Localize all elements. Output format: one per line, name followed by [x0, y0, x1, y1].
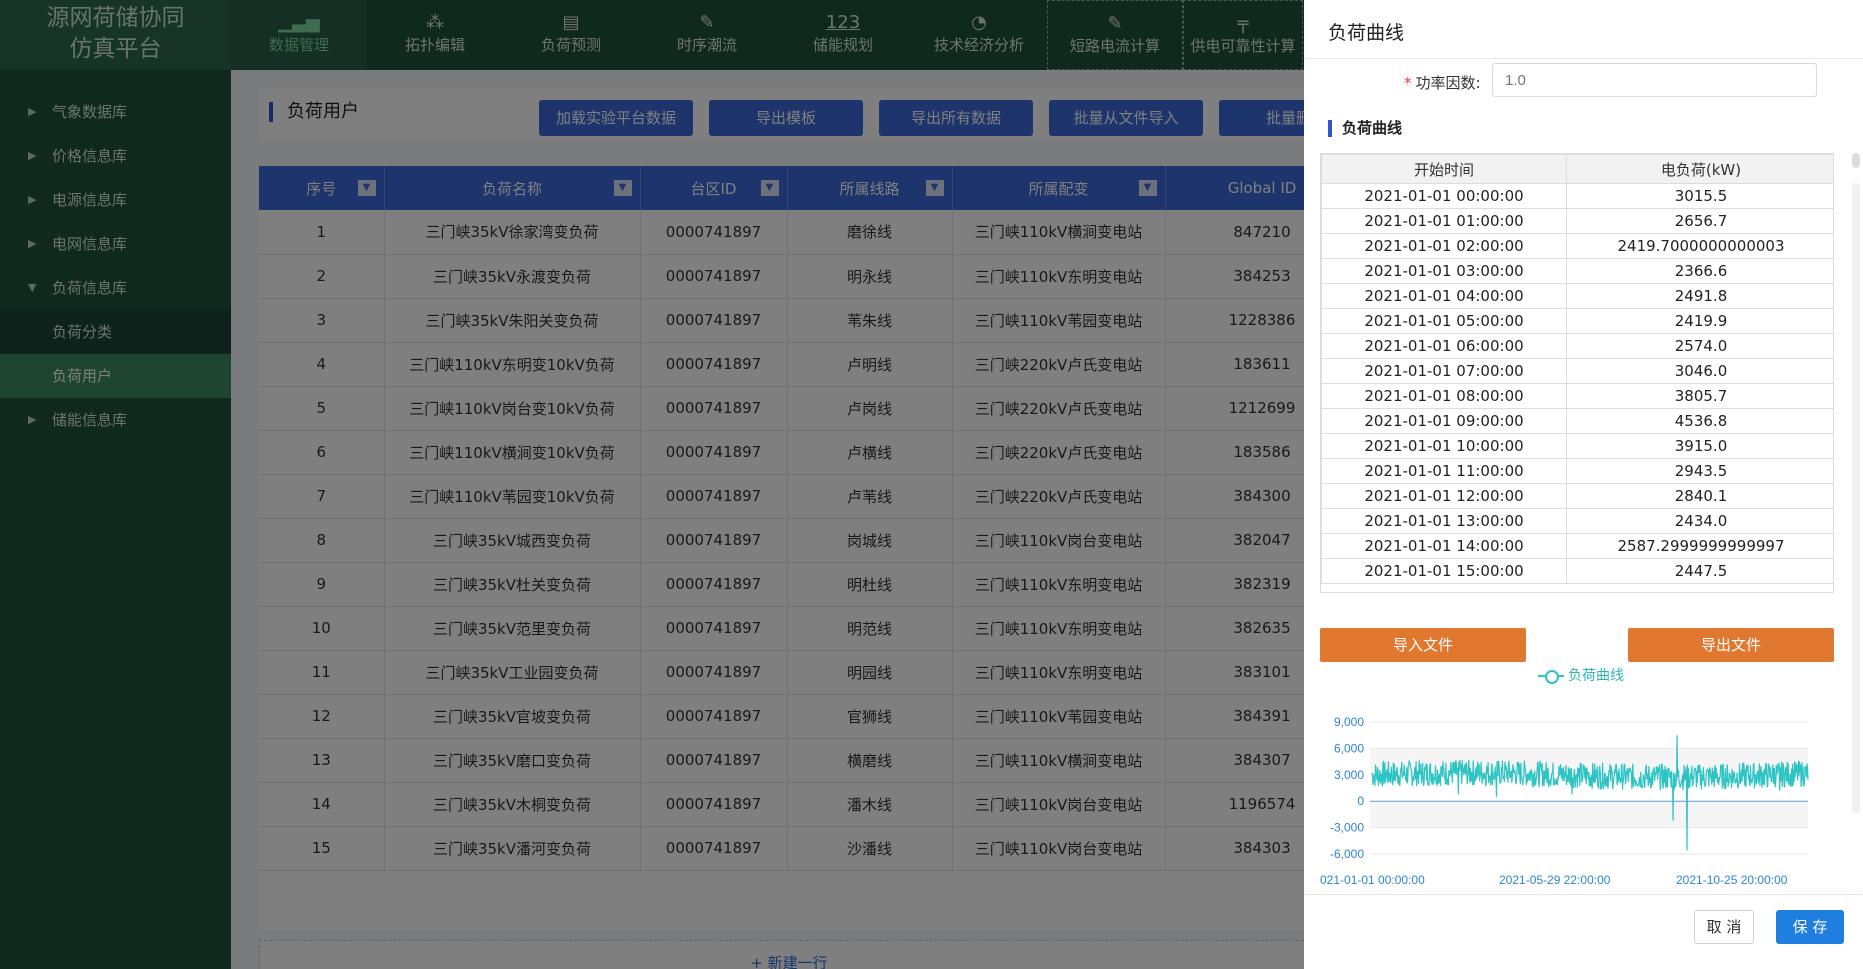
table-row[interactable]: 2021-01-01 11:00:00 2943.5 — [1321, 458, 1833, 484]
table-cell: 3015.5 — [1566, 183, 1833, 209]
table-cell: 2419.9 — [1566, 308, 1833, 334]
table-cell: 2021-01-01 08:00:00 — [1321, 383, 1567, 409]
table-cell: 2021-01-01 14:00:00 — [1321, 533, 1567, 559]
table-row[interactable]: 2021-01-01 07:00:00 3046.0 — [1321, 358, 1833, 384]
table-cell: 2419.7000000000003 — [1566, 233, 1833, 259]
table-cell: 2021-01-01 00:00:00 — [1321, 183, 1567, 209]
load-curve-drawer: 负荷曲线 *功率因数: 负荷曲线 开始时间 电负荷(kW) 2021-01-01… — [1304, 0, 1863, 969]
power-factor-label: * 功率因数: — [1404, 74, 1481, 92]
table-cell: 2491.8 — [1566, 283, 1833, 309]
table-cell: 2656.7 — [1566, 208, 1833, 234]
load-curve-table[interactable]: 开始时间 电负荷(kW) 2021-01-01 00:00:00 3015.5 20… — [1320, 153, 1834, 593]
table-cell: 2447.5 — [1566, 558, 1833, 584]
grid-band — [1370, 801, 1808, 828]
table-cell: 2021-01-01 09:00:00 — [1321, 408, 1567, 434]
table-row[interactable]: 2021-01-01 05:00:00 2419.9 — [1321, 308, 1833, 334]
x-tick-label: 2021-05-29 22:00:00 — [1499, 873, 1611, 887]
drawer-title: 负荷曲线 — [1328, 22, 1405, 44]
table-row[interactable]: 2021-01-01 10:00:00 3915.0 — [1321, 433, 1833, 459]
table-header-row: 开始时间 电负荷(kW) — [1321, 154, 1833, 184]
table-cell: 2021-01-01 06:00:00 — [1321, 333, 1567, 359]
save-button[interactable]: 保 存 — [1776, 910, 1844, 944]
load-curve-chart[interactable]: 9,000 6,000 3,000 0 -3,000 -6,000 021-01-01 00… — [1316, 712, 1816, 892]
table-row[interactable]: 2021-01-01 15:00:00 2447.5 — [1321, 558, 1833, 584]
table-row[interactable]: 2021-01-01 04:00:00 2491.8 — [1321, 283, 1833, 309]
required-mark: * — [1404, 74, 1412, 92]
table-cell: 2021-01-01 15:00:00 — [1321, 558, 1567, 584]
table-cell: 3915.0 — [1566, 433, 1833, 459]
curve-section-title: 负荷曲线 — [1328, 120, 1402, 137]
table-row[interactable]: 2021-01-01 02:00:00 2419.7000000000003 — [1321, 233, 1833, 259]
table-cell: 2943.5 — [1566, 458, 1833, 484]
y-tick-label: -6,000 — [1330, 847, 1364, 861]
table-row[interactable]: 2021-01-01 13:00:00 2434.0 — [1321, 508, 1833, 534]
table-row[interactable]: 2021-01-01 12:00:00 2840.1 — [1321, 483, 1833, 509]
divider — [1304, 58, 1863, 59]
table-cell: 2587.2999999999997 — [1566, 533, 1833, 559]
y-tick-label: -3,000 — [1330, 821, 1364, 835]
table-cell: 2021-01-01 07:00:00 — [1321, 358, 1567, 384]
y-tick-label: 0 — [1357, 794, 1364, 808]
export-file-button[interactable]: 导出文件 — [1628, 628, 1834, 662]
table-row[interactable]: 2021-01-01 01:00:00 2656.7 — [1321, 208, 1833, 234]
y-tick-label: 3,000 — [1334, 768, 1364, 782]
table-row[interactable]: 2021-01-01 00:00:00 3015.5 — [1321, 183, 1833, 209]
table-cell: 2840.1 — [1566, 483, 1833, 509]
table-row[interactable]: 2021-01-01 08:00:00 3805.7 — [1321, 383, 1833, 409]
cancel-button[interactable]: 取 消 — [1694, 910, 1754, 944]
y-tick-label: 9,000 — [1334, 715, 1364, 729]
import-file-button[interactable]: 导入文件 — [1320, 628, 1526, 662]
table-row[interactable]: 2021-01-01 14:00:00 2587.2999999999997 — [1321, 533, 1833, 559]
divider — [1304, 894, 1863, 895]
table-row[interactable]: 2021-01-01 09:00:00 4536.8 — [1321, 408, 1833, 434]
table-cell: 2021-01-01 11:00:00 — [1321, 458, 1567, 484]
table-cell: 2021-01-01 02:00:00 — [1321, 233, 1567, 259]
chart-legend[interactable]: 负荷曲线 — [1538, 665, 1624, 685]
table-row[interactable]: 2021-01-01 06:00:00 2574.0 — [1321, 333, 1833, 359]
y-tick-label: 6,000 — [1334, 741, 1364, 755]
legend-line-icon — [1538, 669, 1564, 684]
column-header: 电负荷(kW) — [1566, 154, 1833, 184]
table-cell: 2021-01-01 13:00:00 — [1321, 508, 1567, 534]
table-cell: 2574.0 — [1566, 333, 1833, 359]
column-header: 开始时间 — [1321, 154, 1567, 184]
scrollbar[interactable] — [1852, 183, 1860, 813]
table-row[interactable]: 2021-01-01 03:00:00 2366.6 — [1321, 258, 1833, 284]
legend-label: 负荷曲线 — [1568, 668, 1624, 684]
table-cell: 2021-01-01 12:00:00 — [1321, 483, 1567, 509]
power-factor-input[interactable] — [1492, 63, 1817, 97]
table-cell: 4536.8 — [1566, 408, 1833, 434]
table-cell: 2021-01-01 05:00:00 — [1321, 308, 1567, 334]
table-cell: 2366.6 — [1566, 258, 1833, 284]
x-tick-label: 2021-10-25 20:00:00 — [1676, 873, 1788, 887]
table-cell: 2021-01-01 01:00:00 — [1321, 208, 1567, 234]
table-cell: 2021-01-01 04:00:00 — [1321, 283, 1567, 309]
table-cell: 2021-01-01 10:00:00 — [1321, 433, 1567, 459]
table-cell: 3805.7 — [1566, 383, 1833, 409]
x-tick-label: 021-01-01 00:00:00 — [1320, 873, 1425, 887]
table-cell: 2434.0 — [1566, 508, 1833, 534]
table-cell: 3046.0 — [1566, 358, 1833, 384]
table-cell: 2021-01-01 03:00:00 — [1321, 258, 1567, 284]
modal-overlay[interactable] — [0, 0, 1304, 969]
scrollbar-thumb[interactable] — [1852, 153, 1860, 168]
